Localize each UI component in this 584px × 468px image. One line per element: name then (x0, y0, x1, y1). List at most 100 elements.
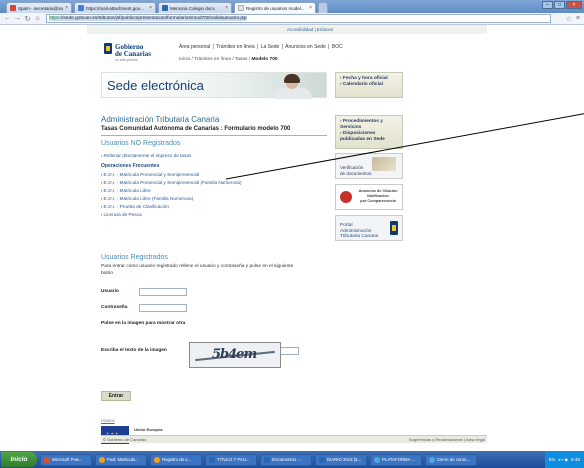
registered-heading: Usuarios Registrados (101, 254, 168, 261)
sede-banner: Sede electrónica (101, 72, 327, 99)
new-tab-button[interactable] (318, 2, 328, 13)
tab-label: Spam - secretaria@saladino... (18, 5, 63, 11)
entrar-button[interactable]: Entrar (101, 391, 131, 401)
breadcrumb-current: Modelo 700 (251, 57, 278, 62)
top-navigation: Área personal | Trámites en línea | La S… (179, 44, 343, 50)
word-icon (264, 456, 270, 463)
frequent-link[interactable]: E.O.I. - Matrícula Libre (Familia Numero… (101, 196, 194, 201)
side-link-calendario[interactable]: › Calendario oficial (340, 82, 398, 88)
frequent-link[interactable]: E.O.I. - Matrícula Presencial y Semipres… (101, 172, 200, 177)
minimize-icon[interactable]: – (542, 1, 553, 9)
page-title: Tasas Comunidad Autónoma de Canarias : F… (101, 126, 291, 132)
close-tab-icon[interactable]: × (65, 5, 68, 11)
tab-label: Memoria Colegio docx (170, 5, 215, 11)
taskbar-item[interactable]: TITULO Y PAU... (205, 453, 257, 466)
pen-icon (372, 157, 396, 171)
footer-links[interactable]: Sugerencias y Reclamaciones | Aviso lega… (409, 437, 485, 442)
word-icon (209, 456, 215, 463)
user-input[interactable] (139, 288, 187, 296)
close-tab-icon[interactable]: × (225, 5, 228, 11)
browser-icon (154, 456, 160, 463)
section-heading: Administración Tributaria Canaria (101, 115, 220, 124)
nav-tramites[interactable]: Trámites en línea (216, 44, 254, 50)
taskbar-item[interactable]: Cierre de curso... (425, 453, 477, 466)
reload-icon[interactable]: ↻ (23, 14, 32, 23)
side-link-procedimientos[interactable]: › Procedimientos y Servicios (340, 119, 398, 131)
system-tray: ES ◂ ▪ ◆ 9:46 (544, 451, 584, 468)
browser-tab-active[interactable]: Registro de usuarios model... × (234, 2, 316, 13)
window-controls: – □ × (542, 1, 582, 9)
footer-copyright: © Gobierno de Canarias (103, 437, 147, 442)
bookmark-star-icon[interactable]: ☆ (566, 15, 572, 23)
frequent-link[interactable]: E.O.I. - Prueba de Clasificación (101, 204, 169, 209)
nav-la-sede[interactable]: La Sede (261, 44, 280, 50)
notification-tile[interactable]: Anuncios de Citación Notificación por Co… (335, 184, 403, 210)
maximize-icon[interactable]: □ (554, 1, 565, 9)
tab-label: Registro de usuarios model... (246, 5, 305, 11)
taskbar: Inicio Microsoft Pow... Fwd: Matricula..… (0, 451, 584, 468)
coat-of-arms-icon (390, 221, 398, 235)
menu-icon[interactable]: ≡ (576, 15, 580, 23)
taskbar-item[interactable]: Fwd: Matricula... (95, 453, 147, 466)
address-bar-url: https://sede.gobcan.es/tributos/jsf/publ… (49, 16, 247, 21)
side-box-procedures: › Procedimientos y Servicios › Disposici… (335, 115, 403, 149)
nav-boc[interactable]: BOC (332, 44, 343, 50)
ie-icon (429, 456, 435, 463)
frequent-link[interactable]: E.O.I. - Matrícula Presencial y Semipres… (101, 180, 242, 185)
close-tab-icon[interactable]: × (309, 5, 312, 11)
back-arrow-icon[interactable]: ← (3, 14, 12, 23)
banner-photo (268, 73, 320, 99)
address-bar[interactable]: https://sede.gobcan.es/tributos/jsf/publ… (46, 14, 551, 23)
forward-arrow-icon[interactable]: → (13, 14, 22, 23)
fill-form-link[interactable]: Rellenar directamente el impreso de tasa… (101, 153, 192, 158)
browser-tab-bar: Spam - secretaria@saladino... × https://… (0, 0, 584, 13)
breadcrumb: Inicio / Trámites en línea / Tasas / Mod… (179, 57, 278, 62)
taskbar-item[interactable]: DIARIO 2013 (5... (315, 453, 367, 466)
coat-of-arms-icon (104, 43, 112, 54)
clock[interactable]: 9:46 (571, 457, 580, 462)
language-indicator[interactable]: ES (549, 457, 555, 462)
browser-tab[interactable]: https://mail-attachment.goo... × (74, 2, 156, 13)
captcha-label: Pulse en la imagen para mostrar otra (101, 321, 186, 326)
nav-area-personal[interactable]: Área personal (179, 44, 210, 50)
unregistered-heading: Usuarios NO Registrados (101, 140, 181, 147)
page-favicon-icon (238, 5, 244, 11)
close-tab-icon[interactable]: × (149, 5, 152, 11)
browser-toolbar: ← → ↻ ⌂ https://sede.gobcan.es/tributos/… (0, 13, 584, 25)
access-strip: Accesibilidad | Enlaces (87, 25, 487, 34)
toolbar-right: ☆ ≡ (566, 15, 580, 23)
taskbar-item[interactable]: Microsoft Pow... (40, 453, 92, 466)
browser-tab[interactable]: Spam - secretaria@saladino... × (6, 2, 72, 13)
document-favicon-icon (162, 5, 168, 11)
password-input[interactable] (139, 304, 187, 312)
taskbar-item[interactable]: Documento1 -... (260, 453, 312, 466)
page-favicon-icon (78, 5, 84, 11)
browser-icon (99, 456, 105, 463)
captcha-image[interactable]: 5b4em (189, 342, 281, 368)
accessibility-links[interactable]: Accesibilidad | Enlaces (287, 27, 333, 32)
registered-instructions: Para entrar como usuario registrado rell… (101, 264, 294, 276)
gobierno-logo[interactable]: Gobierno de Canarias un solo pueblo (104, 36, 162, 63)
breadcrumb-path[interactable]: Inicio / Trámites en línea / Tasas / (179, 57, 251, 62)
side-box-dates: › Fecha y hora oficial › Calendario ofic… (335, 72, 403, 98)
captcha-input-label: Escriba el texto de la imagen (101, 348, 167, 353)
browser-tab[interactable]: Memoria Colegio docx × (158, 2, 232, 13)
notification-icon (340, 191, 352, 203)
close-window-icon[interactable]: × (566, 1, 582, 9)
banner-title: Sede electrónica (107, 78, 204, 93)
frequent-link[interactable]: Licencia de Pesca (101, 212, 142, 217)
nav-anuncios[interactable]: Anuncios en Sede (285, 44, 326, 50)
side-link-disposiciones[interactable]: › Disposiciones publicadas en Sede (340, 131, 398, 143)
password-label: Contraseña (101, 305, 128, 310)
tax-portal-tile[interactable]: Portal Administración Tributaria Canaria (335, 215, 403, 241)
tab-label: https://mail-attachment.goo... (86, 5, 145, 11)
divider (101, 135, 327, 136)
taskbar-item[interactable]: Registro de u... (150, 453, 202, 466)
verify-documents-tile[interactable]: Verificación de documentos (335, 153, 403, 179)
start-button[interactable]: Inicio (1, 452, 37, 467)
frequent-link[interactable]: E.O.I. - Matrícula Libre (101, 188, 151, 193)
taskbar-item[interactable]: PLATAFORMA ... (370, 453, 422, 466)
home-icon[interactable]: ⌂ (33, 14, 42, 23)
tray-icons[interactable]: ◂ ▪ ◆ (558, 457, 568, 463)
powerpoint-icon (44, 456, 50, 463)
